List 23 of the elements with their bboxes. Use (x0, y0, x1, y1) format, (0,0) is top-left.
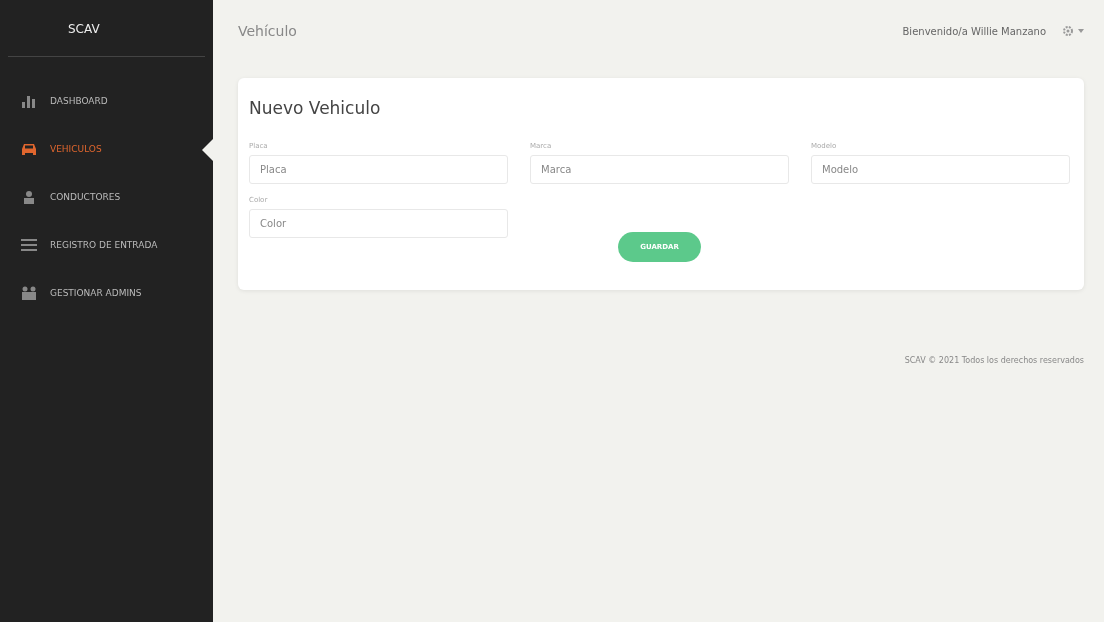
input-field[interactable]: Color (249, 209, 508, 238)
nav-item[interactable]: CONDUCTORES (0, 173, 213, 221)
form-title: Nuevo Vehiculo (249, 98, 382, 118)
welcome-text: Bienvenido/a Willie Manzano (902, 25, 1046, 37)
nav-item[interactable]: GESTIONAR ADMINS (0, 269, 213, 317)
brand-name: SCAV (8, 0, 205, 57)
car-icon (20, 142, 38, 156)
bar-chart-icon (21, 94, 37, 108)
footer-text: SCAV © 2021 Todos los derechos reservados (904, 356, 1084, 365)
input-field[interactable]: Placa (249, 155, 508, 184)
input-field[interactable]: Marca (530, 155, 789, 184)
caret-icon (1078, 29, 1084, 33)
nav-item[interactable]: REGISTRO DE ENTRADA (0, 221, 213, 269)
input-field[interactable]: Modelo (811, 155, 1070, 184)
person-icon (22, 190, 36, 204)
page-title: Vehículo (238, 23, 298, 39)
list-icon (21, 238, 37, 252)
active-pointer (202, 139, 213, 161)
nav-item[interactable]: VEHICULOS (0, 125, 213, 173)
group-icon (21, 286, 37, 300)
settings-icon (1062, 25, 1074, 37)
nav-item[interactable]: DASHBOARD (0, 77, 213, 125)
settings-menu[interactable] (1062, 25, 1084, 37)
